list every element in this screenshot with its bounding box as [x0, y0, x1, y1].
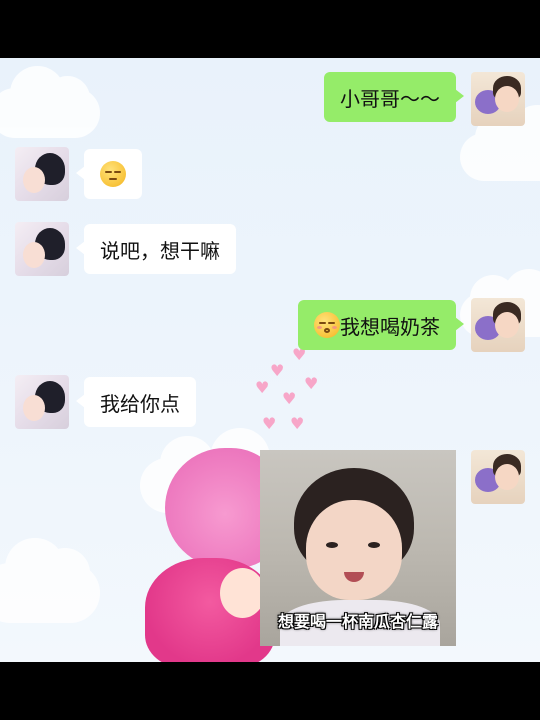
- message-text: 我给你点: [100, 391, 180, 416]
- heart-icon: ♥: [290, 414, 305, 433]
- my-avatar[interactable]: [471, 72, 525, 126]
- character-decoration: [220, 568, 265, 618]
- message-bubble-incoming[interactable]: 说吧，想干嘛: [76, 224, 236, 274]
- message-text: 说吧，想干嘛: [100, 238, 220, 263]
- heart-icon: ♥: [282, 389, 297, 408]
- chat-area[interactable]: ♥ ♥ ♥ ♥ ♥ ♥ ♥ ♥ 小哥哥～～ 说吧，想干嘛: [0, 58, 540, 662]
- heart-icon: ♥: [255, 378, 270, 397]
- image-message[interactable]: 想要喝一杯南瓜杏仁露: [260, 450, 456, 646]
- heart-icon: ♥: [262, 414, 277, 433]
- my-avatar[interactable]: [471, 298, 525, 352]
- heart-icon: ♥: [304, 374, 319, 393]
- unamused-face-icon: [100, 161, 126, 187]
- message-bubble-outgoing[interactable]: 小哥哥～～: [324, 72, 464, 122]
- cloud-decoration: [0, 66, 100, 138]
- my-avatar[interactable]: [471, 450, 525, 504]
- message-bubble-incoming[interactable]: [76, 149, 142, 199]
- message-text: 我想喝奶茶: [340, 314, 440, 339]
- heart-icon: ♥: [270, 361, 285, 380]
- cloud-decoration: [0, 538, 100, 623]
- message-bubble-outgoing[interactable]: 我想喝奶茶: [298, 300, 464, 350]
- cloud-decoration: [460, 105, 540, 181]
- message-text: 小哥哥～～: [340, 86, 440, 111]
- message-bubble-incoming[interactable]: 我给你点: [76, 377, 196, 427]
- image-caption: 想要喝一杯南瓜杏仁露: [277, 612, 438, 631]
- contact-avatar[interactable]: [15, 222, 69, 276]
- contact-avatar[interactable]: [15, 147, 69, 201]
- kissing-face-icon: [314, 312, 340, 338]
- contact-avatar[interactable]: [15, 375, 69, 429]
